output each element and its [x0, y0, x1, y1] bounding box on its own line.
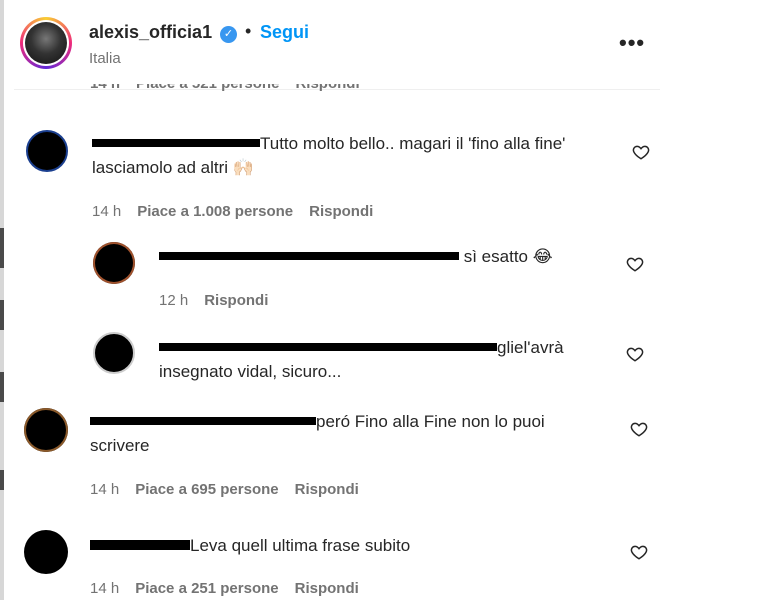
profile-username[interactable]: alexis_officia1	[89, 22, 212, 43]
comment-likes[interactable]: Piace a 251 persone	[135, 580, 278, 597]
redacted-username	[92, 138, 260, 147]
reply-button[interactable]: Rispondi	[309, 203, 373, 220]
comment-likes[interactable]: Piace a 521 persone	[136, 84, 279, 92]
like-heart-icon[interactable]	[630, 543, 648, 561]
comment-text: peró Fino alla Fine non lo puoi scrivere	[90, 412, 545, 455]
comment-text: Tutto molto bello.. magari il 'fino alla…	[92, 134, 566, 177]
like-heart-icon[interactable]	[630, 420, 648, 438]
reply-text: sì esatto 😂	[159, 245, 619, 269]
redacted-username	[90, 416, 316, 425]
redacted-username	[159, 251, 459, 260]
reply-meta: 12 h Rispondi	[159, 292, 284, 309]
comment-time: 14 h	[90, 84, 120, 92]
comment-time: 14 h	[92, 203, 122, 220]
redacted-username	[90, 539, 190, 550]
like-heart-icon[interactable]	[626, 255, 644, 273]
reply-avatar[interactable]	[93, 332, 135, 374]
comment-avatar[interactable]	[24, 530, 68, 574]
verified-badge-icon: ✓	[220, 26, 237, 43]
comment-meta: 14 h Piace a 1.008 persone Rispondi	[92, 203, 389, 220]
comment-text: Leva quell ultima frase subito	[90, 534, 630, 558]
post-header: alexis_officia1 ✓ • Segui Italia •••	[14, 12, 660, 90]
like-heart-icon[interactable]	[632, 143, 650, 161]
reply-time: 12 h	[159, 292, 189, 309]
reply-button[interactable]: Rispondi	[204, 292, 268, 309]
comment-time: 14 h	[90, 481, 120, 498]
comment-meta: 14 h Piace a 695 persone Rispondi	[90, 481, 375, 498]
comment-avatar[interactable]	[24, 408, 68, 452]
reply-button[interactable]: Rispondi	[295, 580, 359, 597]
reply-avatar[interactable]	[93, 242, 135, 284]
comment-time: 14 h	[90, 580, 120, 597]
cut-off-comment-meta: 14 h Piace a 521 persone Rispondi	[90, 84, 390, 92]
header-separator: •	[245, 21, 252, 41]
more-options-icon[interactable]: •••	[619, 30, 645, 56]
follow-button[interactable]: Segui	[260, 22, 309, 43]
comment-likes[interactable]: Piace a 695 persone	[135, 481, 278, 498]
comment-meta: 14 h Piace a 251 persone Rispondi	[90, 580, 375, 597]
post-location[interactable]: Italia	[89, 50, 121, 67]
reply-text: gliel'avrà insegnato vidal, sicuro...	[159, 338, 564, 381]
profile-avatar[interactable]	[20, 17, 72, 69]
comment-likes[interactable]: Piace a 1.008 persone	[137, 203, 293, 220]
redacted-username	[159, 342, 497, 351]
comment-avatar[interactable]	[26, 130, 68, 172]
like-heart-icon[interactable]	[626, 345, 644, 363]
left-edge-strip	[0, 0, 4, 600]
reply-button[interactable]: Rispondi	[295, 84, 359, 92]
reply-button[interactable]: Rispondi	[295, 481, 359, 498]
